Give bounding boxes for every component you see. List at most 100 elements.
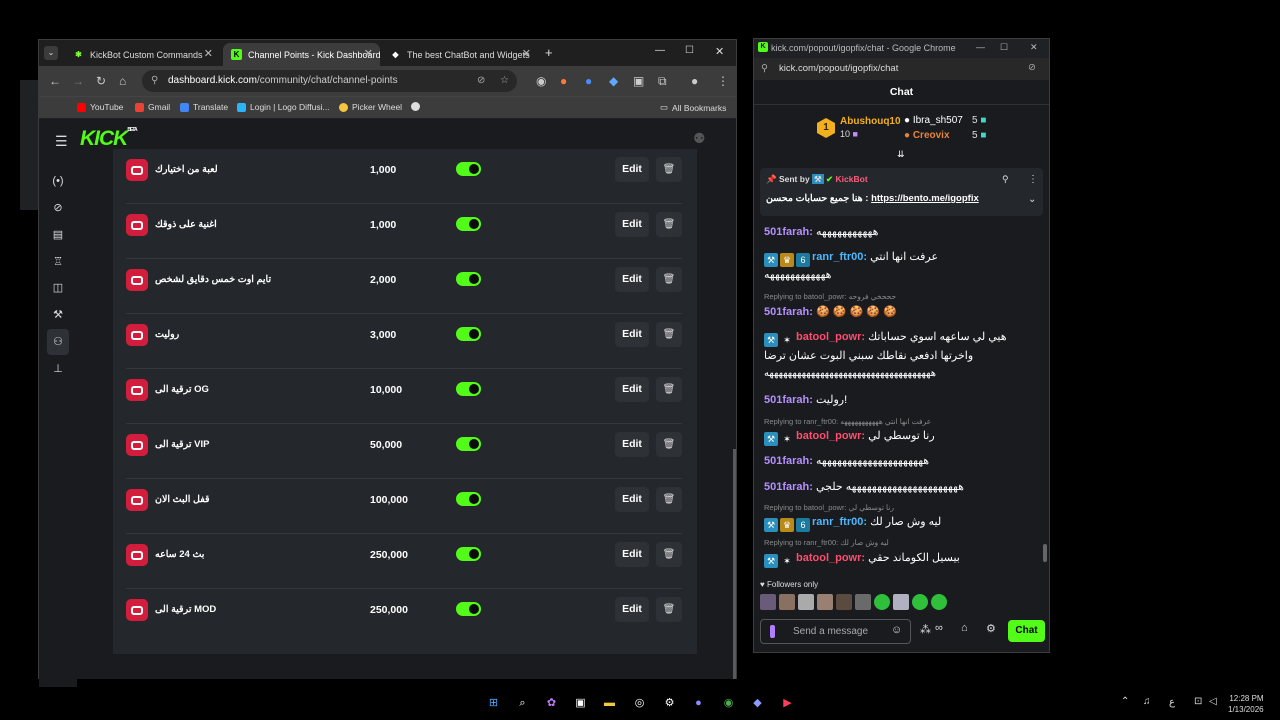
tab-search-icon[interactable]: ⌄ [44, 46, 58, 60]
tab-kickbot-commands[interactable]: ✱ KickBot Custom Commands ✕ [65, 43, 220, 66]
avatar[interactable] [893, 594, 909, 610]
edit-button[interactable]: Edit [615, 212, 649, 237]
profile-avatar[interactable]: ● [691, 74, 698, 88]
emoji-icon[interactable]: ☺ [891, 624, 902, 636]
bookmark-translate[interactable]: Translate [180, 102, 228, 112]
edit-button[interactable]: Edit [615, 322, 649, 347]
delete-trash-icon[interactable]: 🗑 [656, 267, 682, 292]
eye-off-icon[interactable]: ⊘ [1028, 62, 1036, 73]
bookmark-globe[interactable] [411, 102, 420, 111]
reward-enabled-toggle[interactable] [456, 602, 481, 616]
edit-button[interactable]: Edit [615, 377, 649, 402]
microphone-icon[interactable]: ♫ [1143, 696, 1151, 707]
reward-enabled-toggle[interactable] [456, 272, 481, 286]
chat-message[interactable]: ⚒ ✶ batool_powr: هيي لي ساعهه اسوي حساباتك [764, 330, 1039, 347]
extension-icon[interactable]: ◉ [536, 74, 546, 88]
stream-live-icon[interactable]: (•) [51, 174, 65, 188]
extension-icon[interactable]: ◆ [609, 74, 618, 88]
eye-off-icon[interactable]: ⊘ [477, 70, 485, 92]
leader-2[interactable]: ● Ibra_sh507 [904, 115, 963, 126]
hamburger-menu-icon[interactable]: ☰ [55, 133, 68, 150]
avatar[interactable] [760, 594, 776, 610]
unpin-icon[interactable]: ⚲ [1002, 174, 1009, 185]
extension-icon[interactable]: ▣ [633, 74, 644, 88]
shop-icon[interactable]: ⌂ [961, 622, 968, 634]
chat-message[interactable]: ⚒ ♛ 6 ranr_ftr00: ليه وش صار لك [764, 515, 1039, 532]
layout-icon[interactable]: ◫ [51, 281, 65, 295]
reward-enabled-toggle[interactable] [456, 382, 481, 396]
maximize-icon[interactable]: ☐ [685, 45, 694, 56]
tray-chevron-up-icon[interactable]: ⌃ [1121, 696, 1129, 707]
bookmark-star-icon[interactable]: ☆ [500, 70, 509, 92]
system-clock[interactable]: 12:28 PM 1/13/2026 [1228, 693, 1264, 715]
media-player-icon[interactable]: ▶ [779, 695, 796, 712]
delete-trash-icon[interactable]: 🗑 [656, 157, 682, 182]
store-icon[interactable]: ▣ [572, 695, 589, 712]
chrome-icon[interactable]: ◉ [720, 695, 737, 712]
microphone-icon[interactable] [770, 625, 775, 638]
avatar[interactable] [931, 594, 947, 610]
reward-enabled-toggle[interactable] [456, 327, 481, 341]
edit-button[interactable]: Edit [615, 157, 649, 182]
edit-button[interactable]: Edit [615, 542, 649, 567]
search-icon[interactable]: ⌕ [514, 695, 531, 712]
delete-trash-icon[interactable]: 🗑 [656, 432, 682, 457]
reply-context[interactable]: Replying to ranr_ftr00: ليه وش صار لك [764, 538, 889, 547]
edit-button[interactable]: Edit [615, 597, 649, 622]
copilot-icon[interactable]: ✿ [543, 695, 560, 712]
discord-icon[interactable]: ● [690, 695, 707, 712]
settings-gear-icon[interactable]: ⚙ [661, 695, 678, 712]
new-tab-icon[interactable]: + [545, 45, 553, 60]
minimize-icon[interactable]: — [655, 45, 665, 56]
channel-points-icon[interactable]: ⁂ [920, 623, 931, 636]
site-info-icon[interactable]: ⚲ [761, 63, 768, 74]
all-bookmarks-folder[interactable]: ▭ All Bookmarks [660, 102, 726, 113]
chat-message[interactable]: 501farah: هههههههههههه [764, 225, 1039, 238]
expand-leaderboard-icon[interactable]: ⇊ [897, 149, 905, 160]
user-avatar-icon[interactable]: ⚉ [693, 130, 706, 147]
edit-button[interactable]: Edit [615, 487, 649, 512]
input-language-indicator[interactable]: ع [1169, 697, 1175, 708]
reply-context[interactable]: Replying to batool_powr: حححخي فروحه [764, 292, 896, 301]
close-window-icon[interactable]: ✕ [1030, 42, 1038, 53]
bookmark-youtube[interactable]: YouTube [77, 102, 123, 112]
file-explorer-icon[interactable]: ▬ [601, 695, 618, 712]
avatar[interactable] [817, 594, 833, 610]
delete-trash-icon[interactable]: 🗑 [656, 377, 682, 402]
delete-trash-icon[interactable]: 🗑 [656, 212, 682, 237]
close-tab-icon[interactable]: ✕ [364, 47, 373, 60]
reward-enabled-toggle[interactable] [456, 217, 481, 231]
delete-trash-icon[interactable]: 🗑 [656, 487, 682, 512]
start-windows-icon[interactable]: ⊞ [485, 695, 502, 712]
reward-enabled-toggle[interactable] [456, 492, 481, 506]
analytics-icon[interactable]: ▤ [51, 228, 65, 242]
trophy-icon[interactable]: ♖ [51, 255, 65, 269]
reward-enabled-toggle[interactable] [456, 547, 481, 561]
avatar[interactable] [874, 594, 890, 610]
delete-trash-icon[interactable]: 🗑 [656, 322, 682, 347]
site-info-icon[interactable]: ⚲ [151, 70, 158, 92]
reply-context[interactable]: Replying to batool_powr: رنا توسطي لي [764, 503, 894, 512]
app-icon[interactable]: ◆ [749, 695, 766, 712]
reload-icon[interactable]: ↻ [96, 74, 106, 88]
chat-message[interactable]: ⚒ ♛ 6 ranr_ftr00: عرفت انها انتي [764, 250, 1039, 267]
network-icon[interactable]: ⊡ [1194, 696, 1202, 707]
steam-icon[interactable]: ◎ [631, 695, 648, 712]
edit-button[interactable]: Edit [615, 432, 649, 457]
pinned-link[interactable]: https://bento.me/igopfix [871, 193, 979, 204]
chat-message[interactable]: 501farah: روليت! [764, 393, 1039, 406]
leader-1-name[interactable]: Abushouq10 [840, 116, 901, 127]
page-scrollbar[interactable] [733, 449, 736, 679]
avatar[interactable] [798, 594, 814, 610]
popout-url[interactable]: kick.com/popout/igopfix/chat [779, 63, 898, 74]
delete-trash-icon[interactable]: 🗑 [656, 597, 682, 622]
volume-icon[interactable]: ◁ [1209, 696, 1217, 707]
minimize-icon[interactable]: — [976, 42, 985, 52]
link-icon[interactable]: ⊘ [51, 201, 65, 215]
bookmark-picker-wheel[interactable]: Picker Wheel [339, 102, 402, 112]
edit-button[interactable]: Edit [615, 267, 649, 292]
chat-message[interactable]: 501farah: 🍪 🍪 🍪 🍪 🍪 [764, 305, 1039, 318]
chat-message[interactable]: ⚒ ✶ batool_powr: بيسيل الكوماند حقي [764, 551, 1039, 568]
tab-best-chatbot[interactable]: ◆ The best ChatBot and Widgets ✕ [382, 43, 538, 66]
extension-icon[interactable]: ● [560, 74, 567, 88]
